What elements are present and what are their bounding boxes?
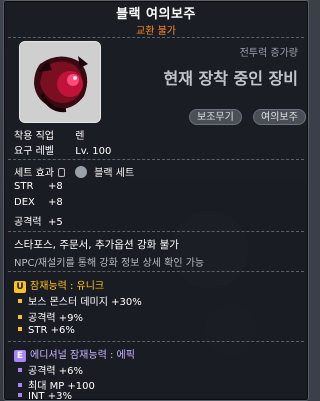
set-preview-icon[interactable] — [74, 166, 87, 178]
stat-row: STR +8 — [14, 181, 63, 192]
epic-grade-icon: E — [14, 350, 26, 362]
combat-power-label: 전투력 증가량 — [239, 48, 298, 59]
potential-header: U 잠재능력 : 유니크 — [14, 277, 104, 293]
tag-orb: 여의보주 — [253, 109, 306, 125]
potential-label: 잠재능력 : 유니크 — [30, 281, 105, 292]
level-row: 요구 레벨 Lv. 100 — [14, 142, 111, 157]
divider — [8, 37, 304, 38]
combat-power-value: 현재 장착 중인 장비 — [163, 69, 298, 88]
stat-name: STR — [14, 181, 34, 192]
orb-icon — [20, 42, 100, 122]
additional-potential-label: 에디셔널 잠재능력 : 에픽 — [30, 350, 135, 361]
divider — [8, 271, 304, 272]
set-effect-row: 세트 효과 블랙 세트 — [14, 164, 134, 179]
job-value: 렌 — [75, 131, 85, 142]
stat-value: +8 — [48, 181, 63, 192]
job-label: 착용 직업 — [14, 131, 54, 142]
stat-value: +8 — [48, 197, 63, 208]
item-image — [19, 41, 101, 123]
set-effect-value: 블랙 세트 — [94, 168, 135, 179]
unique-grade-icon: U — [14, 281, 26, 293]
stat-name: 공격력 — [14, 217, 42, 228]
additional-potential-line: INT +3% — [18, 392, 72, 401]
job-row: 착용 직업 렌 — [14, 127, 84, 142]
additional-potential-line: 최대 MP +100 — [18, 377, 95, 392]
item-name: 블랙 여의보주 — [116, 7, 196, 22]
trade-status: 교환 불가 — [136, 26, 176, 37]
enhance-note: 스타포스, 주문서, 추가옵션 강화 불가 — [14, 239, 179, 251]
divider — [8, 231, 304, 232]
stat-row: DEX +8 — [14, 197, 63, 208]
npc-hint: NPC/재설키를 통해 강화 정보 상세 확인 가능 — [14, 258, 205, 269]
potential-line: 보스 몬스터 데미지 +30% — [18, 293, 142, 308]
stat-name: DEX — [14, 197, 35, 208]
additional-potential-header: E 에디셔널 잠재능력 : 에픽 — [14, 346, 135, 362]
level-label: 요구 레벨 — [14, 146, 54, 157]
stat-row: 공격력 +5 — [14, 213, 63, 228]
lock-icon — [57, 168, 65, 177]
set-effect-label: 세트 효과 — [14, 168, 54, 179]
potential-line: 공격력 +9% — [18, 309, 83, 324]
level-value: Lv. 100 — [75, 146, 112, 157]
item-tooltip: 블랙 여의보주 교환 불가 전투력 증가량 현재 장착 중인 장비 보조무기 여… — [3, 0, 309, 401]
additional-potential-line: 공격력 +6% — [18, 362, 83, 377]
divider — [8, 341, 304, 342]
stat-value: +5 — [48, 217, 63, 228]
divider — [8, 159, 304, 160]
potential-line: STR +6% — [18, 325, 75, 336]
tag-secondary-weapon: 보조무기 — [189, 109, 242, 125]
